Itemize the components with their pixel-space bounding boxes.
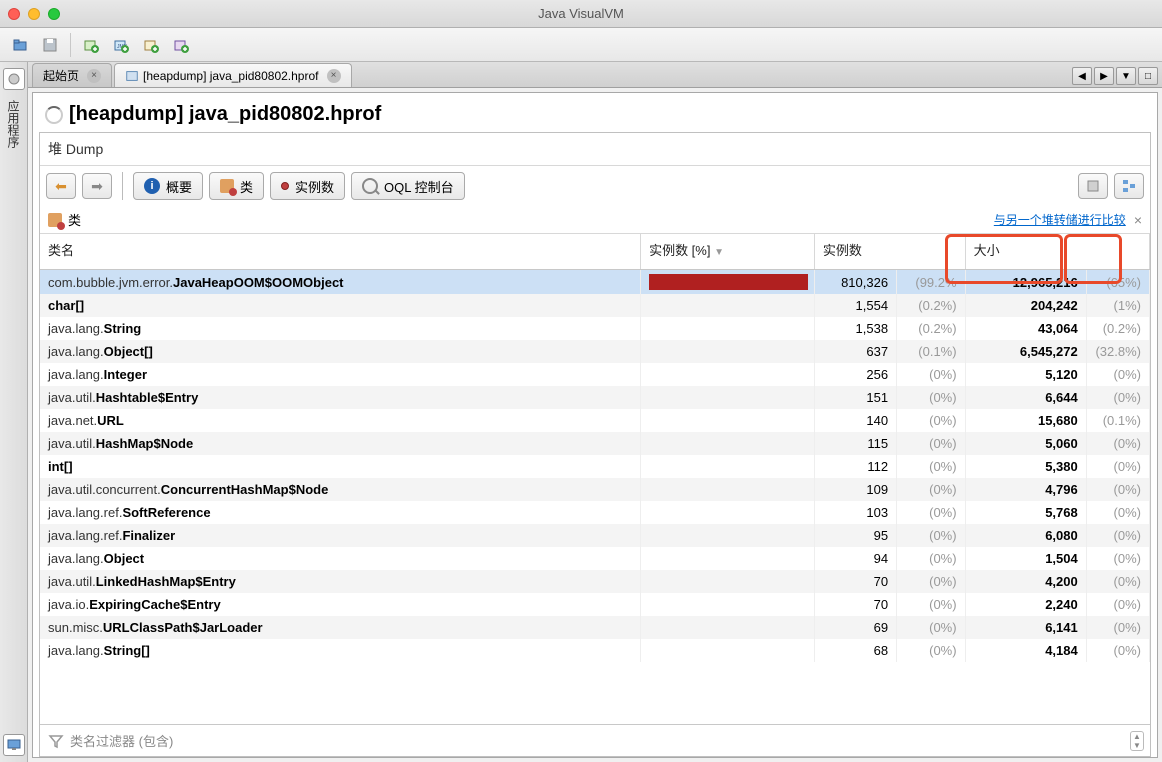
forward-button[interactable]: ➡ <box>82 173 112 199</box>
table-row[interactable]: com.bubble.jvm.error.JavaHeapOOM$OOMObje… <box>40 270 1150 295</box>
sub-title: 堆 Dump <box>40 133 1150 166</box>
back-arrow-icon: ⬅ <box>55 178 67 195</box>
tree-icon <box>1121 178 1137 194</box>
table-row[interactable]: java.io.ExpiringCache$Entry70(0%)2,240(0… <box>40 593 1150 616</box>
main-toolbar: JMX <box>0 28 1162 62</box>
filter-icon <box>48 733 64 749</box>
table-row[interactable]: java.lang.ref.Finalizer95(0%)6,080(0%) <box>40 524 1150 547</box>
table-row[interactable]: java.util.HashMap$Node115(0%)5,060(0%) <box>40 432 1150 455</box>
save-button[interactable] <box>36 33 64 57</box>
table-row[interactable]: java.lang.Object94(0%)1,504(0%) <box>40 547 1150 570</box>
close-icon[interactable]: × <box>327 69 341 83</box>
overview-button[interactable]: i概要 <box>133 172 203 200</box>
col-header-inst-pct[interactable]: 实例数 [%] ▼ <box>641 234 815 270</box>
chevron-down-icon: ▼ <box>1131 741 1143 750</box>
class-table-wrap[interactable]: 类名 实例数 [%] ▼ 实例数 大小 com.bubble.jvm.error… <box>40 234 1150 724</box>
tab-heapdump-label: [heapdump] java_pid80802.hprof <box>143 69 318 83</box>
heapdump-icon <box>125 69 139 83</box>
thread-icon <box>1085 178 1101 194</box>
pin-icon <box>6 71 22 87</box>
sidebar-label[interactable]: 应用程序 <box>5 100 22 148</box>
tab-list-button[interactable]: ▼ <box>1116 67 1136 85</box>
filter-stepper[interactable]: ▲▼ <box>1130 731 1144 751</box>
table-row[interactable]: java.util.LinkedHashMap$Entry70(0%)4,200… <box>40 570 1150 593</box>
classes-icon <box>48 213 62 227</box>
tab-next-button[interactable]: ▶ <box>1094 67 1114 85</box>
instances-button[interactable]: 实例数 <box>270 172 345 200</box>
add-app-icon <box>83 37 99 53</box>
table-row[interactable]: sun.misc.URLClassPath$JarLoader69(0%)6,1… <box>40 616 1150 639</box>
filter-input[interactable]: 类名过滤器 (包含) <box>70 731 173 750</box>
table-row[interactable]: java.lang.Integer256(0%)5,120(0%) <box>40 363 1150 386</box>
add-dump-icon <box>143 37 159 53</box>
table-row[interactable]: java.lang.Object[]637(0.1%)6,545,272(32.… <box>40 340 1150 363</box>
tree-view-button[interactable] <box>1114 173 1144 199</box>
table-row[interactable]: char[]1,554(0.2%)204,242(1%) <box>40 294 1150 317</box>
folder-icon <box>12 37 28 53</box>
add-local-button[interactable] <box>77 33 105 57</box>
add-core-icon <box>173 37 189 53</box>
compare-link[interactable]: 与另一个堆转储进行比较 <box>994 211 1126 228</box>
monitor-icon <box>6 737 22 753</box>
tab-start-label: 起始页 <box>43 67 79 84</box>
oql-icon <box>362 178 378 194</box>
col-header-size[interactable]: 大小 <box>965 234 1149 270</box>
oql-button[interactable]: OQL 控制台 <box>351 172 465 200</box>
class-table: 类名 实例数 [%] ▼ 实例数 大小 com.bubble.jvm.error… <box>40 234 1150 662</box>
tab-heapdump[interactable]: [heapdump] java_pid80802.hprof × <box>114 63 351 87</box>
chevron-up-icon: ▲ <box>1131 732 1143 741</box>
add-jmx-icon: JMX <box>113 37 129 53</box>
add-core-button[interactable] <box>167 33 195 57</box>
close-icon[interactable]: × <box>1134 212 1142 228</box>
forward-arrow-icon: ➡ <box>91 178 103 195</box>
inner-header: 类 与另一个堆转储进行比较 × <box>40 206 1150 234</box>
main-panel: [heapdump] java_pid80802.hprof 堆 Dump ⬅ … <box>32 92 1158 758</box>
tab-prev-button[interactable]: ◀ <box>1072 67 1092 85</box>
tab-maximize-button[interactable]: □ <box>1138 67 1158 85</box>
table-row[interactable]: java.net.URL140(0%)15,680(0.1%) <box>40 409 1150 432</box>
table-row[interactable]: int[]112(0%)5,380(0%) <box>40 455 1150 478</box>
col-header-name[interactable]: 类名 <box>40 234 641 270</box>
back-button[interactable]: ⬅ <box>46 173 76 199</box>
panel-title-row: [heapdump] java_pid80802.hprof <box>33 93 1157 132</box>
filter-row: 类名过滤器 (包含) ▲▼ <box>40 724 1150 756</box>
table-row[interactable]: java.lang.ref.SoftReference103(0%)5,768(… <box>40 501 1150 524</box>
view-toolbar: ⬅ ➡ i概要 类 实例数 OQL 控制台 <box>40 166 1150 206</box>
table-row[interactable]: java.util.Hashtable$Entry151(0%)6,644(0%… <box>40 386 1150 409</box>
table-row[interactable]: java.util.concurrent.ConcurrentHashMap$N… <box>40 478 1150 501</box>
window-title: Java VisualVM <box>0 6 1162 21</box>
col-header-instances[interactable]: 实例数 <box>814 234 965 270</box>
sidebar-toggle-button[interactable] <box>3 68 25 90</box>
thread-view-button[interactable] <box>1078 173 1108 199</box>
close-icon[interactable]: × <box>87 69 101 83</box>
table-row[interactable]: java.lang.String[]68(0%)4,184(0%) <box>40 639 1150 662</box>
tab-bar: 起始页 × [heapdump] java_pid80802.hprof × ◀… <box>28 62 1162 88</box>
table-row[interactable]: java.lang.String1,538(0.2%)43,064(0.2%) <box>40 317 1150 340</box>
inner-label: 类 <box>68 210 81 229</box>
info-icon: i <box>144 178 160 194</box>
titlebar: Java VisualVM <box>0 0 1162 28</box>
disk-icon <box>42 37 58 53</box>
classes-icon <box>220 179 234 193</box>
open-button[interactable] <box>6 33 34 57</box>
add-dump-button[interactable] <box>137 33 165 57</box>
sidebar: 应用程序 <box>0 62 28 762</box>
classes-button[interactable]: 类 <box>209 172 264 200</box>
instance-dot-icon <box>281 182 289 190</box>
add-jmx-button[interactable]: JMX <box>107 33 135 57</box>
loading-spinner-icon <box>45 106 63 124</box>
sidebar-app-button[interactable] <box>3 734 25 756</box>
tab-start[interactable]: 起始页 × <box>32 63 112 87</box>
sort-desc-icon: ▼ <box>714 247 724 258</box>
panel-title: [heapdump] java_pid80802.hprof <box>69 103 381 126</box>
